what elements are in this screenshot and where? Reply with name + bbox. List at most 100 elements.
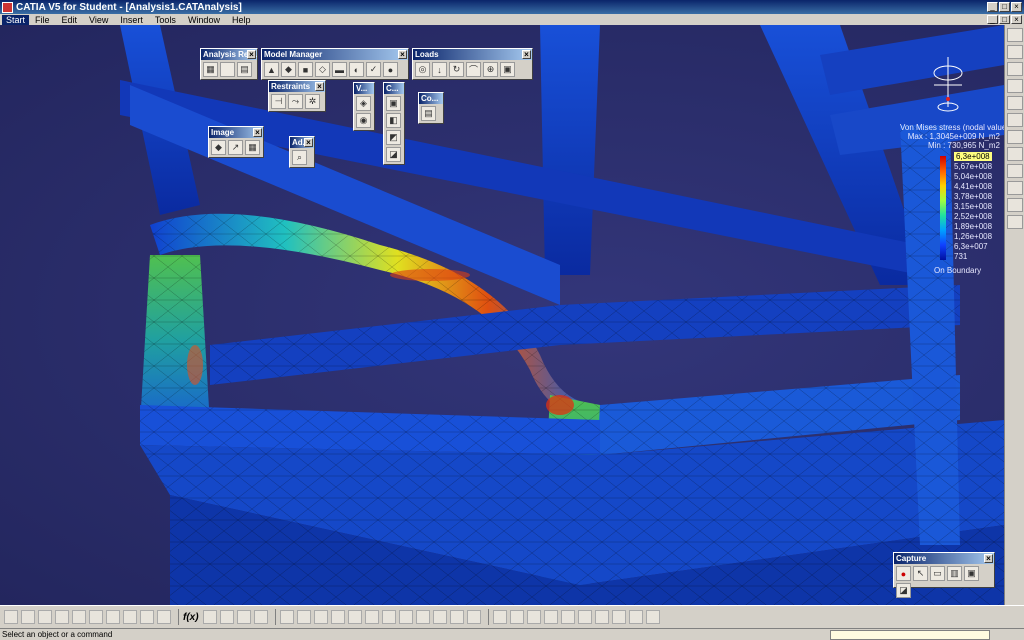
tool-icon[interactable]: [1006, 181, 1023, 195]
zoom-in-icon[interactable]: [347, 610, 362, 624]
tool-icon[interactable]: [1006, 215, 1023, 229]
record-icon[interactable]: ●: [896, 566, 911, 581]
analysis-icon[interactable]: [645, 610, 660, 624]
close-icon[interactable]: ×: [984, 554, 993, 563]
close-icon[interactable]: ×: [253, 128, 262, 137]
tool-icon[interactable]: [1006, 113, 1023, 127]
command-input[interactable]: [830, 630, 990, 640]
normal-view-icon[interactable]: [381, 610, 396, 624]
rigid-icon[interactable]: ◉: [356, 113, 371, 128]
moment-icon[interactable]: ↻: [449, 62, 464, 77]
contact-icon[interactable]: ▣: [386, 96, 401, 111]
maximize-button[interactable]: □: [999, 2, 1010, 12]
beam-upper-center[interactable]: [540, 25, 600, 275]
solid-icon[interactable]: ■: [298, 62, 313, 77]
cut-icon[interactable]: [72, 610, 86, 624]
tool-icon[interactable]: [1006, 28, 1023, 42]
options-icon[interactable]: ◪: [896, 583, 911, 598]
beam-icon[interactable]: ▬: [332, 62, 347, 77]
clamp-icon[interactable]: ⊣: [271, 94, 286, 109]
menu-start[interactable]: Start: [2, 14, 30, 25]
new-icon[interactable]: [4, 610, 18, 624]
spring-icon[interactable]: ◪: [386, 147, 401, 162]
formula-icon[interactable]: f(x): [183, 612, 199, 623]
screen-icon[interactable]: ▣: [964, 566, 979, 581]
spec-icon[interactable]: [253, 610, 268, 624]
analysis-icon[interactable]: [526, 610, 541, 624]
slider-icon[interactable]: ◩: [386, 130, 401, 145]
doc-minimize-button[interactable]: _: [987, 15, 998, 24]
material-icon[interactable]: ◐: [349, 62, 364, 77]
album-icon[interactable]: ▥: [947, 566, 962, 581]
close-icon[interactable]: ×: [315, 82, 324, 91]
beam-right-top[interactable]: [820, 25, 1004, 95]
menu-view[interactable]: View: [83, 15, 114, 25]
render-style-icon[interactable]: [432, 610, 447, 624]
undo-icon[interactable]: [123, 610, 137, 624]
blank-icon[interactable]: [220, 62, 235, 77]
swap-space-icon[interactable]: [466, 610, 481, 624]
multi-view-icon[interactable]: [398, 610, 413, 624]
zoom-out-icon[interactable]: [364, 610, 379, 624]
doc-restore-button[interactable]: □: [999, 15, 1010, 24]
check-icon[interactable]: ✓: [366, 62, 381, 77]
paste-icon[interactable]: [106, 610, 120, 624]
open-icon[interactable]: [21, 610, 35, 624]
virtual-part-icon[interactable]: ◈: [356, 96, 371, 111]
menu-edit[interactable]: Edit: [56, 15, 84, 25]
tool-icon[interactable]: [1006, 130, 1023, 144]
fit-all-icon[interactable]: [296, 610, 311, 624]
menu-tools[interactable]: Tools: [149, 15, 182, 25]
tool-icon[interactable]: [1006, 96, 1023, 110]
analysis-icon[interactable]: [543, 610, 558, 624]
tool-icon[interactable]: [1006, 45, 1023, 59]
principal-stress-icon[interactable]: ▦: [245, 140, 260, 155]
analysis-icon[interactable]: [594, 610, 609, 624]
search-icon[interactable]: ⌕: [292, 150, 307, 165]
3d-viewport[interactable]: Von Mises stress (nodal values) Max : 1,…: [0, 25, 1004, 605]
pan-icon[interactable]: [313, 610, 328, 624]
analysis-icon[interactable]: [611, 610, 626, 624]
close-icon[interactable]: ×: [398, 50, 407, 59]
pivot-icon[interactable]: ✲: [305, 94, 320, 109]
von-mises-icon[interactable]: ◆: [211, 140, 226, 155]
density-icon[interactable]: ▣: [500, 62, 515, 77]
capture-icon[interactable]: ▭: [930, 566, 945, 581]
close-icon[interactable]: ×: [522, 50, 531, 59]
doc-close-button[interactable]: ×: [1011, 15, 1022, 24]
comment-icon[interactable]: [202, 610, 217, 624]
close-icon[interactable]: ×: [247, 50, 256, 59]
table-icon[interactable]: [219, 610, 234, 624]
iso-view-icon[interactable]: [415, 610, 430, 624]
compass-widget[interactable]: [926, 55, 970, 115]
tool-icon[interactable]: [1006, 147, 1023, 161]
fastened-icon[interactable]: ◧: [386, 113, 401, 128]
tool-icon[interactable]: [1006, 62, 1023, 76]
hide-show-icon[interactable]: [449, 610, 464, 624]
slider-restraint-icon[interactable]: ⤳: [288, 94, 303, 109]
copy-icon[interactable]: [89, 610, 103, 624]
rotate-icon[interactable]: [330, 610, 345, 624]
sphere-icon[interactable]: ●: [383, 62, 398, 77]
menu-help[interactable]: Help: [226, 15, 257, 25]
bearing-icon[interactable]: ⌒: [466, 62, 481, 77]
select-icon[interactable]: ↖: [913, 566, 928, 581]
print-icon[interactable]: [55, 610, 69, 624]
report-icon[interactable]: ▤: [237, 62, 252, 77]
minimize-button[interactable]: _: [987, 2, 998, 12]
analysis-icon[interactable]: [577, 610, 592, 624]
analysis-icon[interactable]: [628, 610, 643, 624]
fly-icon[interactable]: [279, 610, 294, 624]
close-button[interactable]: ×: [1011, 2, 1022, 12]
displacement-icon[interactable]: ↗: [228, 140, 243, 155]
mesh-icon[interactable]: ▲: [264, 62, 279, 77]
compute-icon[interactable]: ▤: [421, 106, 436, 121]
pressure-icon[interactable]: ◎: [415, 62, 430, 77]
menu-file[interactable]: File: [29, 15, 56, 25]
tool-icon[interactable]: [1006, 164, 1023, 178]
help-icon[interactable]: [157, 610, 171, 624]
save-icon[interactable]: [38, 610, 52, 624]
analysis-icon[interactable]: [560, 610, 575, 624]
analysis-icon[interactable]: [509, 610, 524, 624]
shell-icon[interactable]: ◇: [315, 62, 330, 77]
